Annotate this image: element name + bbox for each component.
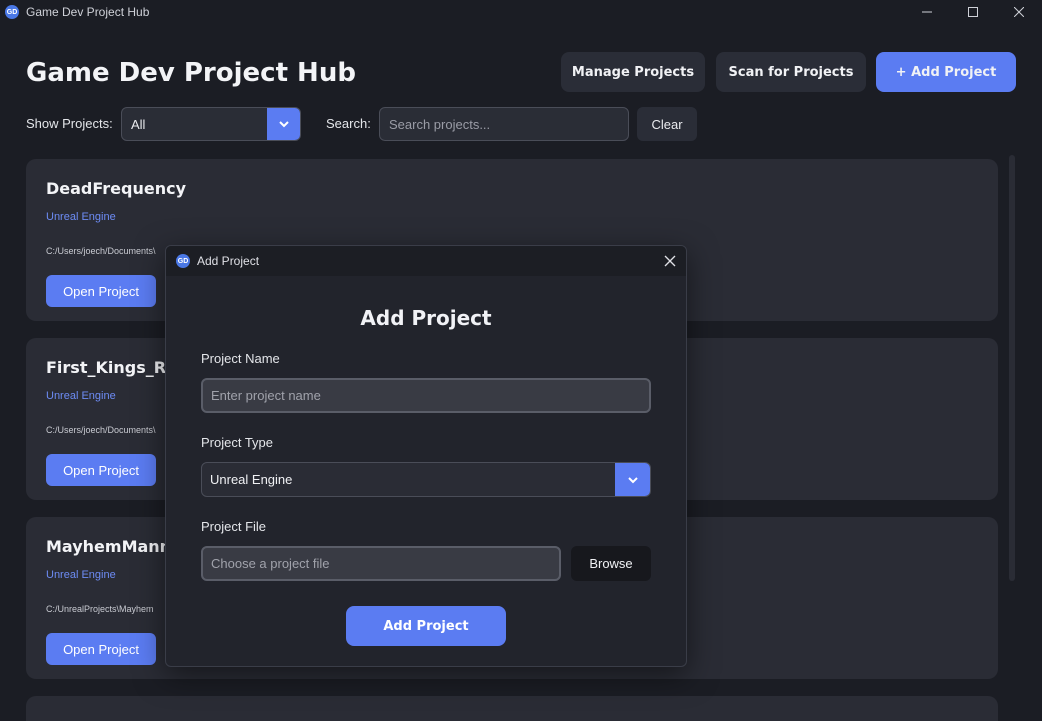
project-type-label: Project Type — [201, 435, 274, 450]
project-path: C:/Users/joech/Documents\ — [46, 425, 156, 435]
project-name-input[interactable] — [201, 378, 651, 413]
maximize-icon — [968, 7, 978, 17]
app-logo-icon: GD — [176, 254, 190, 268]
project-type-value: Unreal Engine — [210, 472, 293, 487]
show-projects-select[interactable]: All — [121, 107, 301, 141]
search-input[interactable] — [379, 107, 629, 141]
project-engine: Unreal Engine — [46, 211, 116, 223]
dialog-close-button[interactable] — [662, 253, 678, 269]
window-title: Game Dev Project Hub — [26, 5, 150, 19]
dialog-heading: Add Project — [360, 306, 492, 330]
add-project-button[interactable]: + Add Project — [876, 52, 1016, 92]
project-list-scrollbar[interactable] — [1009, 155, 1015, 581]
project-name: DeadFrequency — [46, 179, 187, 198]
project-type-dropdown-button[interactable] — [615, 463, 650, 496]
browse-button[interactable]: Browse — [571, 546, 651, 581]
manage-projects-button[interactable]: Manage Projects — [561, 52, 705, 92]
open-project-button[interactable]: Open Project — [46, 633, 156, 665]
minimize-icon — [922, 11, 932, 13]
project-name: MayhemManny — [46, 537, 182, 556]
dialog-titlebar: GD Add Project — [166, 246, 686, 276]
show-projects-label: Show Projects: — [26, 116, 113, 131]
maximize-button[interactable] — [950, 0, 996, 24]
open-project-button[interactable]: Open Project — [46, 275, 156, 307]
chevron-down-icon — [278, 121, 289, 128]
project-engine: Unreal Engine — [46, 569, 116, 581]
project-card — [26, 696, 998, 721]
project-name: First_Kings_Rel — [46, 358, 183, 377]
close-icon — [1014, 7, 1024, 17]
project-engine: Unreal Engine — [46, 390, 116, 402]
scan-projects-button[interactable]: Scan for Projects — [716, 52, 866, 92]
submit-add-project-button[interactable]: Add Project — [346, 606, 506, 646]
add-project-dialog: GD Add Project Add Project Project Name … — [165, 245, 687, 667]
open-project-button[interactable]: Open Project — [46, 454, 156, 486]
chevron-down-icon — [627, 476, 638, 483]
close-window-button[interactable] — [996, 0, 1042, 24]
project-name-label: Project Name — [201, 351, 280, 366]
project-file-label: Project File — [201, 519, 267, 534]
project-type-select[interactable]: Unreal Engine — [201, 462, 651, 497]
clear-search-button[interactable]: Clear — [637, 107, 697, 141]
window-controls — [904, 0, 1042, 24]
dialog-window-title: Add Project — [197, 254, 260, 268]
show-projects-dropdown-button[interactable] — [267, 108, 300, 140]
show-projects-value: All — [131, 117, 146, 132]
project-path: C:/Users/joech/Documents\ — [46, 246, 156, 256]
search-label: Search: — [326, 116, 371, 131]
project-path: C:/UnrealProjects\Mayhem — [46, 604, 154, 614]
window-titlebar: GD Game Dev Project Hub — [0, 0, 1042, 24]
minimize-button[interactable] — [904, 0, 950, 24]
app-logo-icon: GD — [5, 5, 19, 19]
project-file-input[interactable] — [201, 546, 561, 581]
page-title: Game Dev Project Hub — [26, 58, 356, 88]
close-icon — [664, 255, 676, 267]
